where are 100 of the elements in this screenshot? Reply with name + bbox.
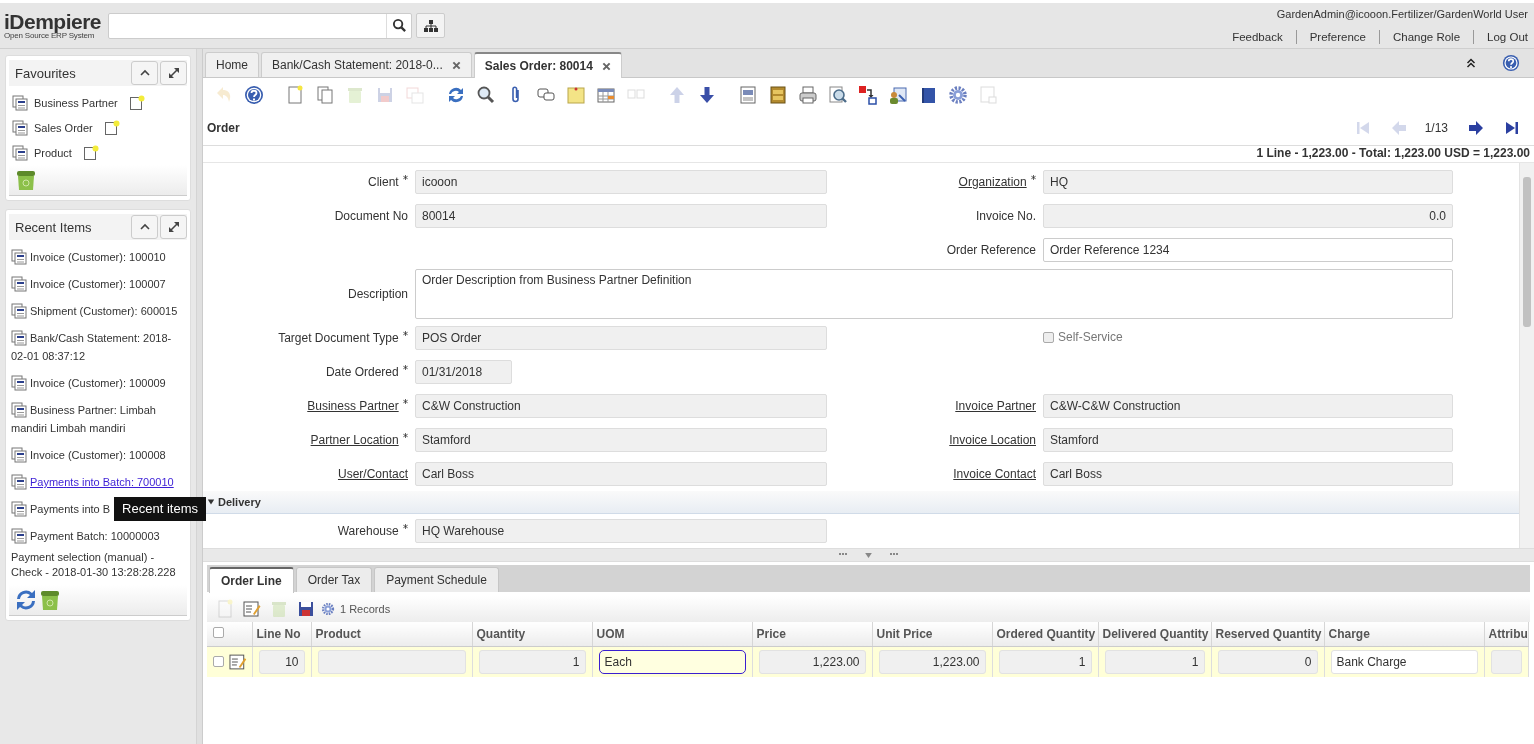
bin-icon[interactable] bbox=[14, 168, 38, 192]
last-record-icon[interactable] bbox=[1504, 120, 1520, 136]
input-field[interactable]: 0.0 bbox=[1043, 204, 1453, 228]
input-field[interactable]: Carl Boss bbox=[415, 462, 827, 486]
input-field[interactable]: icooon bbox=[415, 170, 827, 194]
select-all-checkbox[interactable] bbox=[213, 627, 224, 638]
grid-cell[interactable]: Bank Charge bbox=[1330, 649, 1478, 674]
logo[interactable]: iDempiere Open Source ERP System bbox=[4, 11, 106, 40]
grid-cell[interactable]: 1,223.00 bbox=[878, 649, 986, 674]
new-record-icon[interactable] bbox=[82, 144, 99, 161]
report-icon[interactable] bbox=[738, 84, 758, 105]
tree-button[interactable] bbox=[416, 13, 445, 38]
new-record-icon[interactable] bbox=[128, 94, 145, 111]
help-icon[interactable] bbox=[1502, 54, 1520, 72]
settings-icon[interactable] bbox=[321, 602, 335, 616]
search-icon[interactable] bbox=[476, 84, 496, 105]
header-link[interactable]: Feedback bbox=[1219, 30, 1283, 43]
recent-item-link[interactable]: Payments into Batch: 700010 bbox=[9, 469, 176, 496]
field-label[interactable]: Invoice Location bbox=[949, 433, 1036, 447]
window-tab[interactable]: Sales Order: 80014 bbox=[473, 52, 622, 78]
recent-item-link[interactable]: Invoice (Customer): 100010 bbox=[9, 244, 168, 271]
grid-cell[interactable] bbox=[317, 649, 466, 674]
recent-item-link[interactable]: Business Partner: Limbah mandiri Limbah mandiri bbox=[9, 397, 187, 442]
header-link[interactable]: Change Role bbox=[1379, 30, 1461, 43]
grid-row[interactable]: 10 1 Each 1,223.00 1,223.00 1 1 0 Bank Charge bbox=[207, 646, 1528, 677]
help-icon[interactable] bbox=[244, 84, 264, 105]
section-header[interactable]: Delivery bbox=[203, 491, 1519, 514]
field-label[interactable]: Organization bbox=[958, 175, 1027, 189]
column-header[interactable]: Charge bbox=[1328, 627, 1370, 641]
detail-tab[interactable]: Order Line bbox=[209, 567, 294, 593]
column-header[interactable]: UOM bbox=[596, 627, 625, 641]
scrollbar[interactable] bbox=[1519, 163, 1534, 548]
favourite-link[interactable]: Product bbox=[34, 146, 72, 159]
input-field[interactable]: Order Reference 1234 bbox=[1043, 238, 1453, 262]
grid-cell[interactable]: 1 bbox=[998, 649, 1092, 674]
window-tab[interactable]: Home bbox=[205, 52, 259, 77]
field-label[interactable]: Invoice Partner bbox=[955, 399, 1036, 413]
people-icon[interactable] bbox=[888, 84, 908, 105]
input-field[interactable]: C&W-C&W Construction bbox=[1043, 394, 1453, 418]
maximize-button[interactable] bbox=[160, 215, 187, 239]
window-tab[interactable]: Bank/Cash Statement: 2018-0... bbox=[261, 52, 472, 77]
recent-item-link[interactable]: Invoice (Customer): 100008 bbox=[9, 442, 168, 469]
grid-cell[interactable]: 1 bbox=[478, 649, 586, 674]
bin-icon[interactable] bbox=[38, 588, 62, 612]
recent-item-text[interactable]: Payment selection (manual) - Check - 2018-01-30 13:28:28.228 bbox=[9, 550, 187, 585]
flow-icon[interactable] bbox=[858, 84, 878, 105]
recent-item-link[interactable]: Invoice (Customer): 100007 bbox=[9, 271, 168, 298]
recent-item-link[interactable]: Invoice (Customer): 100009 bbox=[9, 370, 168, 397]
recent-item-link[interactable]: Shipment (Customer): 600015 bbox=[9, 298, 180, 325]
input-field[interactable]: Stamford bbox=[415, 428, 827, 452]
refresh-icon[interactable] bbox=[14, 588, 38, 612]
input-field[interactable]: Carl Boss bbox=[1043, 462, 1453, 486]
copy-icon[interactable] bbox=[315, 84, 335, 105]
edit-form-icon[interactable] bbox=[227, 651, 248, 672]
edit-form-icon[interactable] bbox=[242, 599, 262, 619]
grid-cell[interactable]: 10 bbox=[258, 649, 305, 674]
input-field[interactable]: C&W Construction bbox=[415, 394, 827, 418]
close-icon[interactable] bbox=[601, 61, 611, 71]
collapse-icon[interactable] bbox=[1466, 58, 1476, 68]
date-field[interactable]: 01/31/2018 bbox=[415, 360, 512, 384]
text-area[interactable]: Order Description from Business Partner Definition bbox=[415, 269, 1453, 319]
caret-icon[interactable] bbox=[865, 552, 872, 558]
input-field[interactable]: POS Order bbox=[415, 326, 827, 350]
field-label[interactable]: Invoice Contact bbox=[953, 467, 1036, 481]
input-field[interactable]: HQ Warehouse bbox=[415, 519, 827, 543]
header-link[interactable]: Preference bbox=[1296, 30, 1366, 43]
input-field[interactable]: 80014 bbox=[415, 204, 827, 228]
input-field[interactable]: HQ bbox=[1043, 170, 1453, 194]
search-field[interactable] bbox=[108, 12, 412, 39]
field-label[interactable]: Business Partner bbox=[307, 399, 399, 413]
new-record-icon[interactable] bbox=[103, 119, 120, 136]
detail-tab[interactable]: Payment Schedule bbox=[374, 567, 499, 592]
settings-icon[interactable] bbox=[948, 84, 968, 105]
field-label[interactable]: User/Contact bbox=[337, 467, 408, 481]
favourite-link[interactable]: Business Partner bbox=[34, 96, 118, 109]
next-icon[interactable] bbox=[1468, 120, 1484, 136]
grid-cell[interactable]: 0 bbox=[1217, 649, 1318, 674]
input-field[interactable]: Stamford bbox=[1043, 428, 1453, 452]
zoom-icon[interactable] bbox=[828, 84, 848, 105]
grid-cell[interactable] bbox=[1490, 649, 1522, 674]
sticky-note-icon[interactable] bbox=[566, 84, 586, 105]
recent-item-link[interactable]: Payments into B bbox=[9, 496, 113, 523]
recent-item-link[interactable]: Bank/Cash Statement: 2018-02-01 08:37:12 bbox=[9, 325, 187, 370]
column-header[interactable]: Price bbox=[756, 627, 786, 641]
column-header[interactable]: Product bbox=[315, 627, 361, 641]
grid-cell[interactable]: 1 bbox=[1104, 649, 1205, 674]
arrow-down-icon[interactable] bbox=[697, 84, 717, 105]
row-checkbox[interactable] bbox=[213, 656, 224, 668]
maximize-button[interactable] bbox=[160, 61, 187, 85]
close-icon[interactable] bbox=[451, 60, 461, 70]
header-link[interactable]: Log Out bbox=[1474, 30, 1528, 43]
detail-tab[interactable]: Order Tax bbox=[295, 567, 373, 592]
splitter[interactable] bbox=[197, 49, 202, 744]
drawer-icon[interactable] bbox=[768, 84, 788, 105]
printer-icon[interactable] bbox=[798, 84, 818, 105]
field-label[interactable]: Partner Location bbox=[310, 433, 399, 447]
grid-cell[interactable]: 1,223.00 bbox=[758, 649, 866, 674]
recent-item-link[interactable]: Payment Batch: 10000003 bbox=[9, 523, 162, 550]
grid-cell[interactable]: Each bbox=[598, 649, 746, 674]
favourite-link[interactable]: Sales Order bbox=[34, 121, 93, 134]
